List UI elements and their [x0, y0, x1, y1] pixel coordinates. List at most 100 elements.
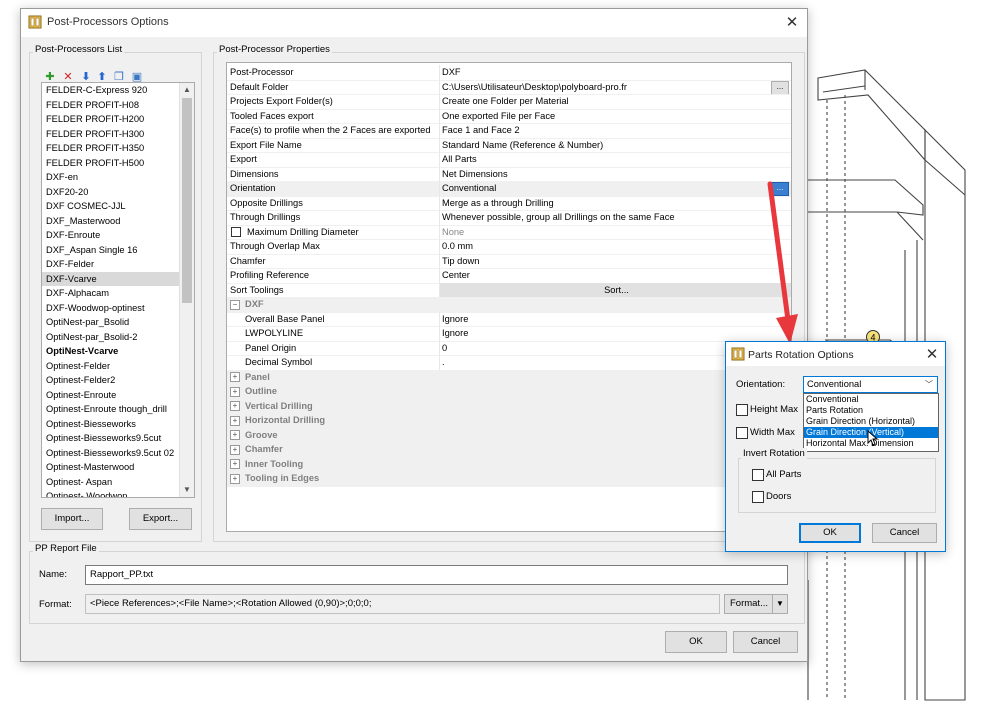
- list-item[interactable]: Optinest-Masterwood: [42, 460, 194, 475]
- main-cancel-button[interactable]: Cancel: [733, 631, 798, 653]
- dialog-cancel-button[interactable]: Cancel: [872, 523, 937, 543]
- list-item[interactable]: DXF COSMEC-JJL: [42, 199, 194, 214]
- expand-icon[interactable]: +: [230, 430, 240, 441]
- property-row[interactable]: Decimal Symbol.: [227, 355, 791, 371]
- property-row[interactable]: Maximum Drilling Diameter None: [227, 224, 791, 240]
- property-value[interactable]: Conventional...: [439, 181, 791, 196]
- list-item[interactable]: FELDER PROFIT-H300: [42, 127, 194, 142]
- property-row[interactable]: Orientation Conventional...: [227, 181, 791, 197]
- expand-icon[interactable]: +: [230, 415, 240, 426]
- property-row[interactable]: Sort Toolings Sort...: [227, 282, 791, 298]
- property-category-row[interactable]: + Horizontal Drilling: [227, 413, 791, 429]
- list-item[interactable]: DXF_Masterwood: [42, 214, 194, 229]
- property-value[interactable]: DXF: [439, 65, 791, 80]
- list-item[interactable]: DXF-en: [42, 170, 194, 185]
- property-value[interactable]: One exported File per Face: [439, 108, 791, 123]
- export-button[interactable]: Export...: [129, 508, 192, 530]
- property-row[interactable]: Overall Base Panel Ignore: [227, 311, 791, 327]
- property-row[interactable]: Opposite Drillings Merge as a through Dri…: [227, 195, 791, 211]
- doors-checkbox[interactable]: [752, 491, 764, 503]
- property-row[interactable]: Post-Processor DXF: [227, 65, 791, 81]
- list-item[interactable]: OptiNest-par_Bsolid-2: [42, 330, 194, 345]
- property-category-row[interactable]: − DXF: [227, 297, 791, 313]
- list-item[interactable]: DXF-Felder: [42, 257, 194, 272]
- sort-toolings-button[interactable]: Sort...: [439, 282, 791, 297]
- property-category-row[interactable]: + Tooling in Edges: [227, 471, 791, 487]
- property-value[interactable]: Ignore: [439, 311, 791, 326]
- property-category-row[interactable]: + Inner Tooling: [227, 456, 791, 472]
- list-item[interactable]: FELDER PROFIT-H350: [42, 141, 194, 156]
- list-item[interactable]: DXF20-20: [42, 185, 194, 200]
- property-category-row[interactable]: + Vertical Drilling: [227, 398, 791, 414]
- property-row[interactable]: Panel Origin 0: [227, 340, 791, 356]
- property-row[interactable]: Projects Export Folder(s) Create one Fold…: [227, 94, 791, 110]
- property-row[interactable]: Export File Name Standard Name (Reference…: [227, 137, 791, 153]
- list-scrollbar[interactable]: ▲ ▼: [179, 83, 194, 497]
- property-value[interactable]: Create one Folder per Material: [439, 94, 791, 109]
- all-parts-checkbox[interactable]: [752, 469, 764, 481]
- list-item[interactable]: Optinest-Biesseworks9.5cut: [42, 431, 194, 446]
- list-item[interactable]: OptiNest-par_Bsolid: [42, 315, 194, 330]
- orientation-option[interactable]: Conventional: [804, 394, 938, 405]
- property-value[interactable]: Standard Name (Reference & Number): [439, 137, 791, 152]
- scroll-thumb[interactable]: [182, 98, 192, 303]
- list-item[interactable]: DXF-Vcarve: [42, 271, 194, 286]
- list-item[interactable]: FELDER-C-Express 920: [42, 83, 194, 98]
- orientation-option[interactable]: Grain Direction (Horizontal): [804, 416, 938, 427]
- main-ok-button[interactable]: OK: [665, 631, 727, 653]
- list-item[interactable]: FELDER PROFIT-H500: [42, 156, 194, 171]
- list-item[interactable]: FELDER PROFIT-H08: [42, 98, 194, 113]
- scroll-up-icon[interactable]: ▲: [180, 83, 194, 97]
- property-value[interactable]: Face 1 and Face 2: [439, 123, 791, 138]
- list-item[interactable]: Optinest-Felder: [42, 359, 194, 374]
- list-item[interactable]: DXF-Alphacam: [42, 286, 194, 301]
- close-icon[interactable]: ✕: [783, 13, 801, 31]
- property-value[interactable]: All Parts: [439, 152, 791, 167]
- format-dropdown-arrow-icon[interactable]: ▼: [772, 594, 788, 614]
- property-row[interactable]: Default Folder C:\Users\Utilisateur\Deskt…: [227, 79, 791, 95]
- expand-icon[interactable]: +: [230, 473, 240, 484]
- list-item[interactable]: Optinest- Woodwop: [42, 489, 194, 497]
- orientation-option[interactable]: Parts Rotation: [804, 405, 938, 416]
- format-button[interactable]: Format...: [724, 594, 774, 614]
- expand-icon[interactable]: +: [230, 459, 240, 470]
- property-grid[interactable]: Post-Processor DXF Default Folder C:\Users\…: [226, 62, 792, 532]
- expand-icon[interactable]: +: [230, 386, 240, 397]
- dialog-close-icon[interactable]: ✕: [923, 345, 941, 363]
- list-item[interactable]: Optinest-Enroute though_drill: [42, 402, 194, 417]
- property-row[interactable]: Through Drillings Whenever possible, grou…: [227, 210, 791, 226]
- height-max-checkbox[interactable]: [736, 404, 748, 416]
- property-category-row[interactable]: + Chamfer: [227, 442, 791, 458]
- property-value[interactable]: 0.0 mm: [439, 239, 791, 254]
- property-category-row[interactable]: + Panel: [227, 369, 791, 385]
- property-row[interactable]: LWPOLYLINE Ignore: [227, 326, 791, 342]
- list-item[interactable]: OptiNest-Vcarve: [42, 344, 194, 359]
- orientation-combo[interactable]: Conventional ﹀: [803, 376, 938, 393]
- property-row[interactable]: Export All Parts: [227, 152, 791, 168]
- list-item[interactable]: DXF-Enroute: [42, 228, 194, 243]
- post-processors-listbox[interactable]: FELDER-C-Express 920 FELDER PROFIT-H08 FEL…: [41, 82, 195, 498]
- expand-icon[interactable]: +: [230, 372, 240, 383]
- expand-icon[interactable]: +: [230, 444, 240, 455]
- property-row[interactable]: Face(s) to profile when the 2 Faces are …: [227, 123, 791, 139]
- ellipsis-button[interactable]: ...: [771, 80, 789, 94]
- list-item[interactable]: Optinest-Enroute: [42, 388, 194, 403]
- collapse-icon[interactable]: −: [230, 299, 240, 310]
- list-item[interactable]: Optinest- Aspan: [42, 475, 194, 490]
- list-item[interactable]: Optinest-Felder2: [42, 373, 194, 388]
- list-item[interactable]: DXF-Woodwop-optinest: [42, 301, 194, 316]
- property-value[interactable]: None: [439, 224, 791, 239]
- property-value[interactable]: C:\Users\Utilisateur\Desktop\polyboard-p…: [439, 79, 791, 94]
- list-item[interactable]: Optinest-Biesseworks: [42, 417, 194, 432]
- property-value[interactable]: Net Dimensions: [439, 166, 791, 181]
- property-row[interactable]: Chamfer Tip down: [227, 253, 791, 269]
- scroll-down-icon[interactable]: ▼: [180, 483, 194, 497]
- property-value[interactable]: Center: [439, 268, 791, 283]
- property-row[interactable]: Dimensions Net Dimensions: [227, 166, 791, 182]
- property-value[interactable]: Whenever possible, group all Drillings o…: [439, 210, 791, 225]
- import-button[interactable]: Import...: [41, 508, 103, 530]
- property-row[interactable]: Through Overlap Max 0.0 mm: [227, 239, 791, 255]
- width-max-checkbox[interactable]: [736, 427, 748, 439]
- property-value[interactable]: Merge as a through Drilling: [439, 195, 791, 210]
- list-item[interactable]: FELDER PROFIT-H200: [42, 112, 194, 127]
